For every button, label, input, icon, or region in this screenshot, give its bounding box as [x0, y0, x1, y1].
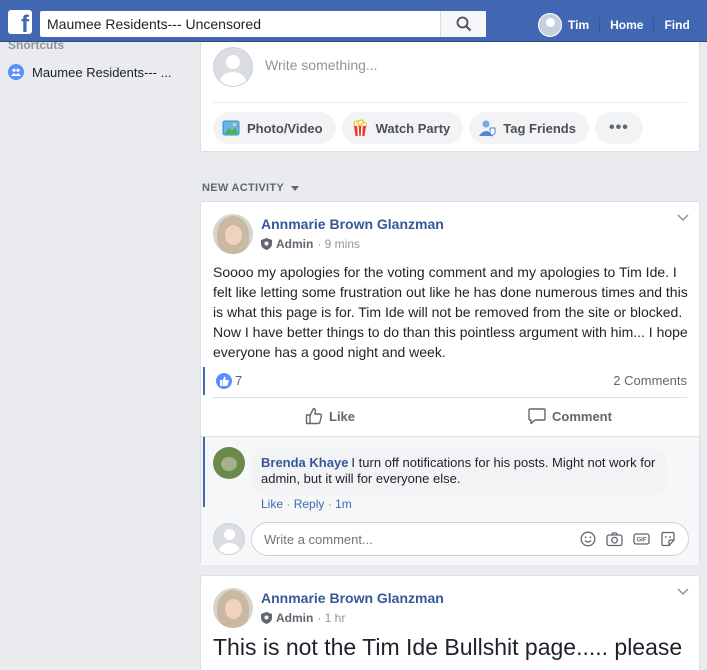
- find-friends-link[interactable]: Find: [654, 18, 699, 32]
- admin-shield-icon: [261, 612, 272, 624]
- more-options-button[interactable]: •••: [594, 112, 643, 144]
- sidebar-item-label: Maumee Residents--- ...: [32, 64, 172, 80]
- profile-link[interactable]: Tim: [568, 18, 599, 32]
- top-navigation-bar: f Tim Home Find: [0, 0, 707, 42]
- post-meta: Admin · 9 mins: [261, 237, 360, 251]
- role-badge: Admin: [276, 611, 314, 625]
- comment-label: Comment: [552, 408, 612, 424]
- comment-reply-link[interactable]: Reply: [294, 497, 325, 511]
- author-avatar[interactable]: [213, 588, 253, 628]
- role-badge: Admin: [276, 237, 314, 251]
- svg-text:GIF: GIF: [637, 538, 647, 544]
- write-comment-input[interactable]: [252, 531, 580, 547]
- admin-shield-icon: [261, 238, 272, 250]
- comment-actions: Like · Reply · 1m: [261, 497, 352, 511]
- composer-actions: Photo/Video Watch Party Tag Friends •••: [213, 112, 643, 144]
- comment-like-link[interactable]: Like: [261, 497, 283, 511]
- camera-icon[interactable]: [606, 531, 623, 547]
- search-button[interactable]: [440, 11, 486, 37]
- tag-friends-icon: [479, 120, 496, 137]
- post-text: Soooo my apologies for the voting commen…: [213, 264, 688, 360]
- write-comment-field: GIF: [251, 522, 689, 556]
- tag-friends-label: Tag Friends: [503, 120, 576, 136]
- post-composer: Write something... Photo/Video Watch Par…: [200, 42, 700, 152]
- comment-button[interactable]: Comment: [528, 407, 612, 425]
- feed-post: Annmarie Brown Glanzman Admin · 9 mins S…: [200, 201, 700, 565]
- watch-party-label: Watch Party: [375, 120, 451, 136]
- facebook-logo-icon[interactable]: f: [8, 10, 32, 34]
- home-link[interactable]: Home: [600, 18, 653, 32]
- separator: ·: [327, 497, 332, 511]
- comments-section: Brenda Khaye I turn off notifications for…: [201, 436, 699, 565]
- reaction-summary: 7 2 Comments: [201, 367, 699, 395]
- chevron-down-icon: [291, 185, 300, 191]
- profile-avatar[interactable]: [538, 13, 562, 37]
- post-author-name[interactable]: Annmarie Brown Glanzman: [261, 216, 444, 232]
- tag-friends-button[interactable]: Tag Friends: [469, 112, 589, 144]
- chevron-down-icon[interactable]: [677, 214, 689, 222]
- sidebar-item-group[interactable]: Maumee Residents--- ...: [8, 64, 171, 80]
- search-input[interactable]: [40, 16, 440, 32]
- photo-icon: [222, 120, 240, 136]
- commenter-avatar[interactable]: [213, 447, 245, 479]
- top-nav: Tim Home Find: [538, 11, 700, 39]
- highlight-bar: [203, 367, 205, 395]
- post-author-name[interactable]: Annmarie Brown Glanzman: [261, 590, 444, 606]
- thumbs-up-icon: [305, 407, 323, 425]
- separator: ·: [286, 497, 291, 511]
- post-meta: Admin · 1 hr: [261, 611, 345, 625]
- section-label: NEW ACTIVITY: [202, 182, 285, 194]
- comment-tools: GIF: [580, 531, 688, 547]
- comment-bubble: Brenda Khaye I turn off notifications for…: [251, 447, 667, 495]
- sticker-icon[interactable]: [660, 531, 676, 547]
- comment-author[interactable]: Brenda Khaye: [261, 455, 348, 470]
- divider: [213, 397, 687, 398]
- photo-video-button[interactable]: Photo/Video: [213, 112, 336, 144]
- watch-party-button[interactable]: Watch Party: [341, 112, 464, 144]
- new-activity-sort[interactable]: NEW ACTIVITY: [202, 182, 300, 194]
- avatar: [213, 523, 245, 555]
- post-timestamp[interactable]: · 1 hr: [317, 611, 345, 625]
- emoji-icon[interactable]: [580, 531, 596, 547]
- search-icon: [456, 16, 471, 32]
- gif-icon[interactable]: GIF: [633, 531, 650, 547]
- like-label: Like: [329, 408, 356, 424]
- like-reaction-icon[interactable]: [215, 372, 233, 390]
- post-timestamp[interactable]: · 9 mins: [317, 237, 360, 251]
- write-something-input[interactable]: Write something...: [265, 57, 378, 73]
- photo-video-label: Photo/Video: [247, 120, 323, 136]
- more-icon: •••: [608, 119, 629, 136]
- avatar: [213, 47, 253, 87]
- feed-post: Annmarie Brown Glanzman Admin · 1 hr Thi…: [200, 575, 700, 670]
- post-text: This is not the Tim Ide Bullshit page...…: [213, 634, 683, 660]
- reaction-count[interactable]: 7: [235, 373, 242, 388]
- divider: [213, 102, 687, 103]
- comment-icon: [528, 408, 546, 425]
- comments-count[interactable]: 2 Comments: [613, 373, 687, 388]
- author-avatar[interactable]: [213, 214, 253, 254]
- search-bar: [40, 11, 486, 37]
- highlight-bar: [203, 437, 205, 507]
- like-button[interactable]: Like: [305, 407, 355, 425]
- popcorn-icon: [353, 119, 367, 137]
- comment-timestamp[interactable]: 1m: [335, 497, 352, 511]
- group-icon: [8, 64, 24, 80]
- chevron-down-icon[interactable]: [677, 588, 689, 596]
